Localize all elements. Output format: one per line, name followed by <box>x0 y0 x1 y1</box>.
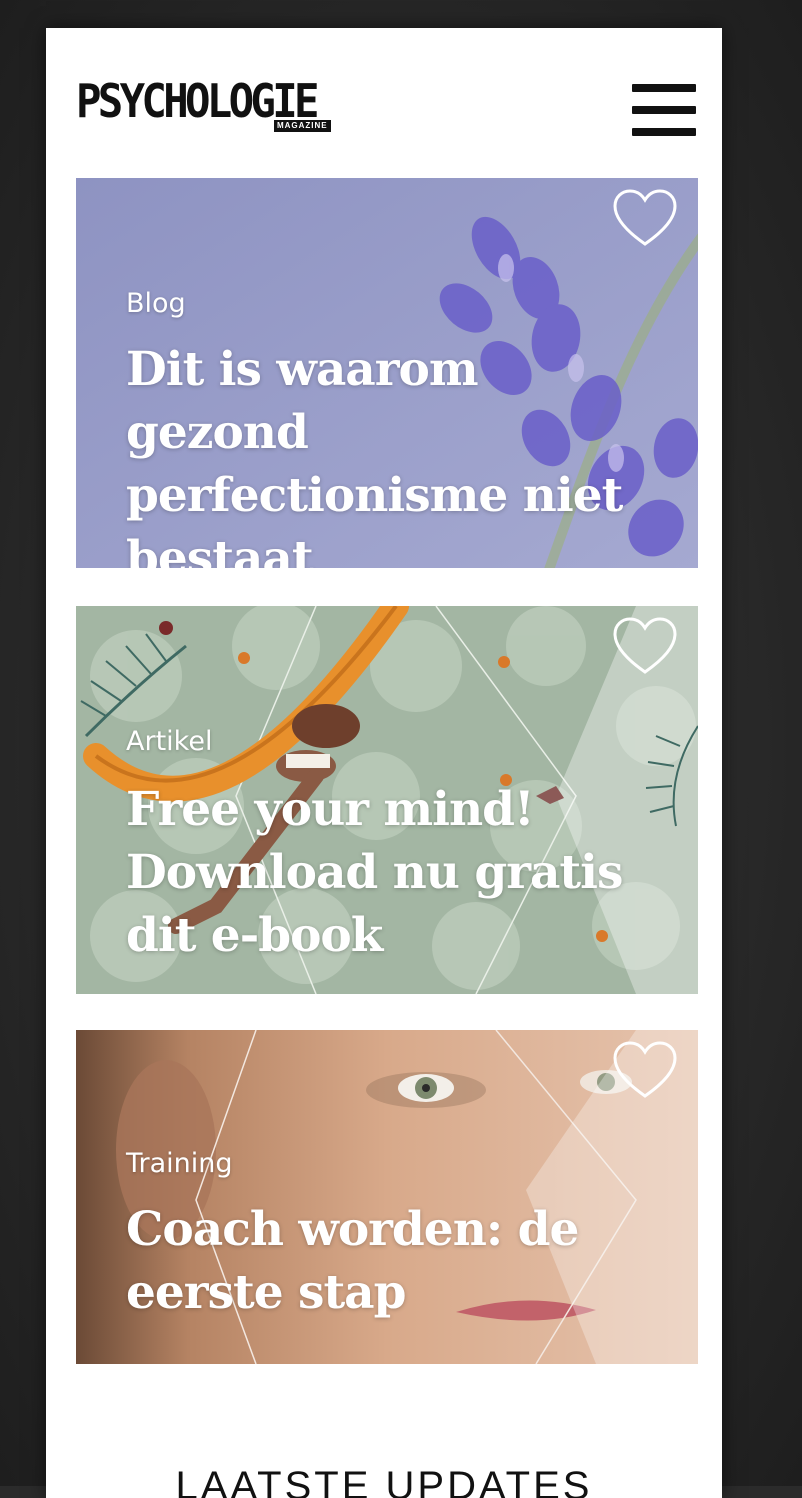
logo-wordmark: PSYCHOLOGIE <box>76 74 319 128</box>
card-category: Training <box>126 1148 233 1179</box>
article-card-blog[interactable]: Blog Dit is waarom gezond perfectionisme… <box>76 178 698 568</box>
card-title[interactable]: Free your mind! Download nu gratis dit e… <box>126 778 666 967</box>
favorite-heart-icon[interactable] <box>612 188 678 248</box>
hamburger-menu-icon[interactable] <box>632 84 696 136</box>
card-title[interactable]: Dit is waarom gezond perfectionisme niet… <box>126 338 666 568</box>
menu-bar <box>632 106 696 114</box>
latest-updates-heading: LAATSTE UPDATES <box>175 1464 593 1498</box>
favorite-heart-icon[interactable] <box>612 616 678 676</box>
card-category: Artikel <box>126 726 213 757</box>
card-title[interactable]: Coach worden: de eerste stap <box>126 1198 666 1324</box>
menu-bar <box>632 84 696 92</box>
menu-bar <box>632 128 696 136</box>
article-card-artikel[interactable]: Artikel Free your mind! Download nu grat… <box>76 606 698 994</box>
mobile-viewport: PSYCHOLOGIE MAGAZINE Blog Dit is waarom … <box>46 28 722 1498</box>
favorite-heart-icon[interactable] <box>612 1040 678 1100</box>
logo-subtitle: MAGAZINE <box>273 120 331 132</box>
card-category: Blog <box>126 288 186 319</box>
site-logo[interactable]: PSYCHOLOGIE MAGAZINE <box>76 76 337 136</box>
article-card-training[interactable]: Training Coach worden: de eerste stap <box>76 1030 698 1364</box>
site-header: PSYCHOLOGIE MAGAZINE <box>46 28 722 178</box>
